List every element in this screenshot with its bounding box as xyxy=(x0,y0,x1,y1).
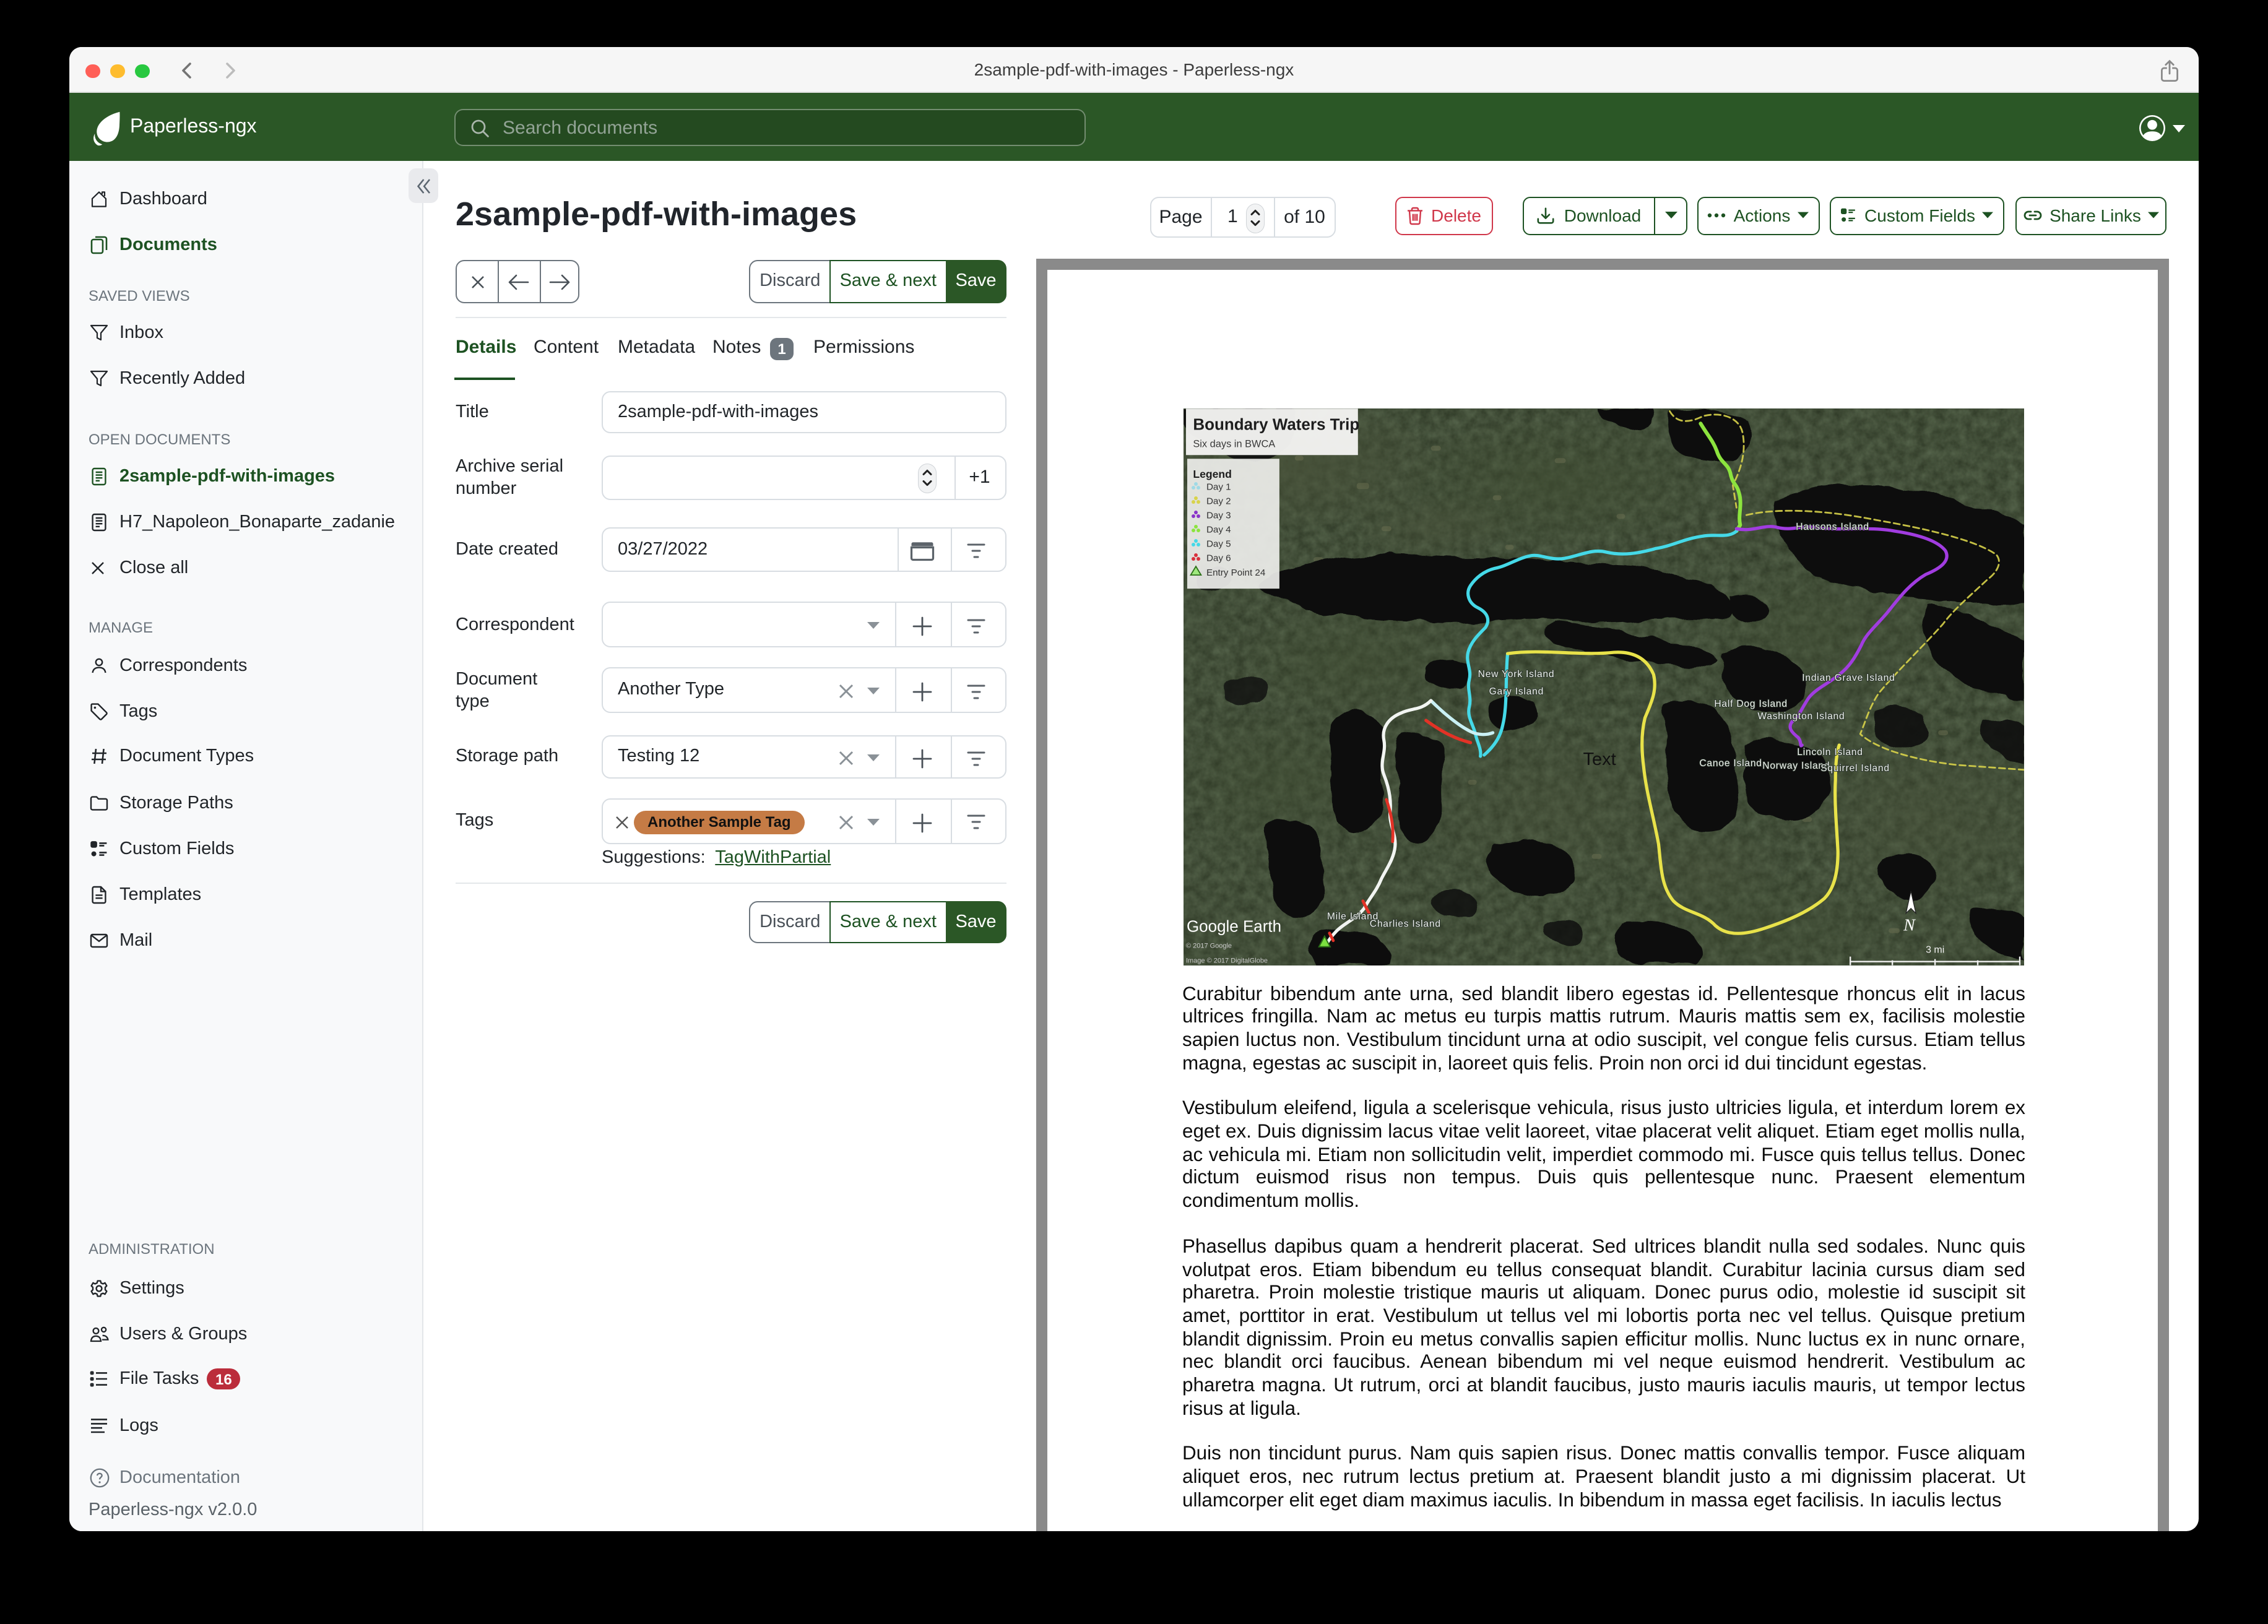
svg-text:Day 3: Day 3 xyxy=(1206,510,1231,520)
svg-text:Text: Text xyxy=(1583,749,1616,769)
svg-text:Day 2: Day 2 xyxy=(1206,496,1231,506)
svg-text:Day 6: Day 6 xyxy=(1206,553,1231,563)
svg-text:Legend: Legend xyxy=(1192,468,1231,480)
svg-text:Washington Island: Washington Island xyxy=(1757,711,1844,722)
svg-text:Charlies Island: Charlies Island xyxy=(1369,919,1440,930)
svg-text:Norway Island: Norway Island xyxy=(1762,761,1829,771)
svg-text:Lincoln Island: Lincoln Island xyxy=(1796,747,1862,758)
svg-text:New York Island: New York Island xyxy=(1478,669,1554,680)
svg-text:Gary Island: Gary Island xyxy=(1489,686,1543,697)
svg-text:3 mi: 3 mi xyxy=(1925,945,1944,956)
svg-text:N: N xyxy=(1902,916,1915,935)
svg-text:Indian Grave Island: Indian Grave Island xyxy=(1801,673,1894,683)
svg-text:© 2017 Google: © 2017 Google xyxy=(1185,943,1231,950)
svg-text:Entry Point 24: Entry Point 24 xyxy=(1206,568,1265,578)
svg-text:Hausons Island: Hausons Island xyxy=(1795,522,1869,532)
svg-text:Canoe Island: Canoe Island xyxy=(1699,758,1761,769)
svg-text:Day 1: Day 1 xyxy=(1206,482,1231,492)
svg-text:Image © 2017 DigitalGlobe: Image © 2017 DigitalGlobe xyxy=(1185,957,1267,965)
svg-text:Six days in BWCA: Six days in BWCA xyxy=(1192,438,1275,449)
svg-text:Half Dog Island: Half Dog Island xyxy=(1713,699,1787,709)
svg-text:Day 5: Day 5 xyxy=(1206,538,1231,549)
svg-text:Day 4: Day 4 xyxy=(1206,524,1231,535)
svg-text:Google Earth: Google Earth xyxy=(1186,917,1281,936)
svg-text:Squirrel Island: Squirrel Island xyxy=(1820,763,1889,774)
svg-text:Boundary Waters Trip: Boundary Waters Trip xyxy=(1192,415,1359,433)
